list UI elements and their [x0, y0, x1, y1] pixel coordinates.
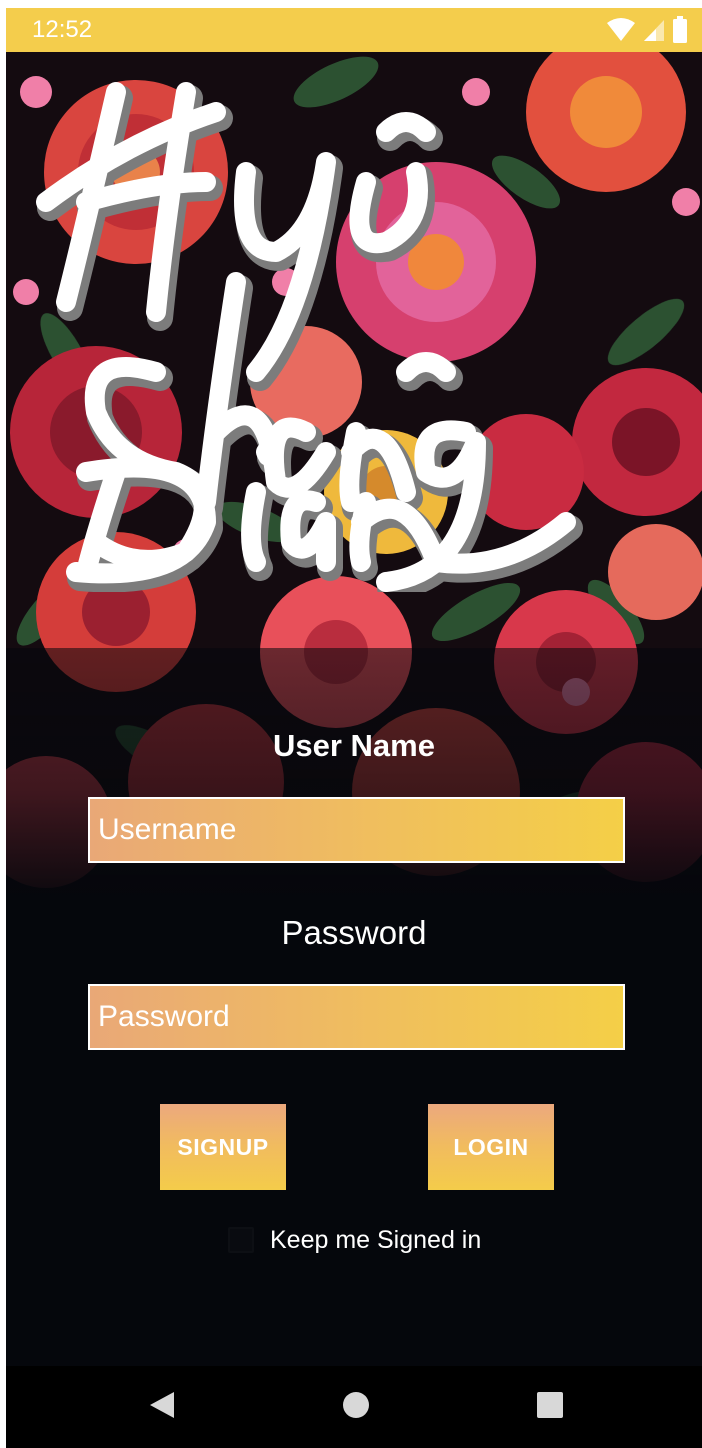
- back-icon: [148, 1390, 176, 1425]
- keep-signed-in-checkbox[interactable]: [228, 1227, 254, 1253]
- navigation-bar: [6, 1366, 702, 1448]
- status-icons: [606, 16, 688, 44]
- nav-recents-button[interactable]: [510, 1366, 590, 1448]
- password-label: Password: [281, 914, 427, 951]
- nav-home-button[interactable]: [316, 1366, 396, 1448]
- keep-signed-in-label: Keep me Signed in: [270, 1225, 482, 1254]
- login-button[interactable]: LOGIN: [428, 1104, 554, 1190]
- wifi-icon: [606, 18, 636, 42]
- status-bar: 12:52: [6, 8, 702, 52]
- username-label: User Name: [273, 728, 435, 763]
- recents-icon: [536, 1391, 564, 1424]
- battery-icon: [672, 16, 688, 44]
- status-time: 12:52: [32, 16, 93, 43]
- signup-button[interactable]: SIGNUP: [160, 1104, 286, 1190]
- username-input[interactable]: [88, 797, 625, 863]
- password-input[interactable]: [88, 984, 625, 1050]
- floral-hero-image: [6, 52, 702, 912]
- login-screen: 12:52 User Name Username Password SIGNUP…: [6, 8, 702, 1448]
- hero-dark-overlay: [6, 648, 702, 912]
- home-icon: [342, 1391, 370, 1424]
- brand-logo: [36, 82, 583, 592]
- signal-icon: [642, 18, 666, 42]
- keep-signed-in-row[interactable]: Keep me Signed in: [228, 1220, 481, 1260]
- nav-back-button[interactable]: [122, 1366, 202, 1448]
